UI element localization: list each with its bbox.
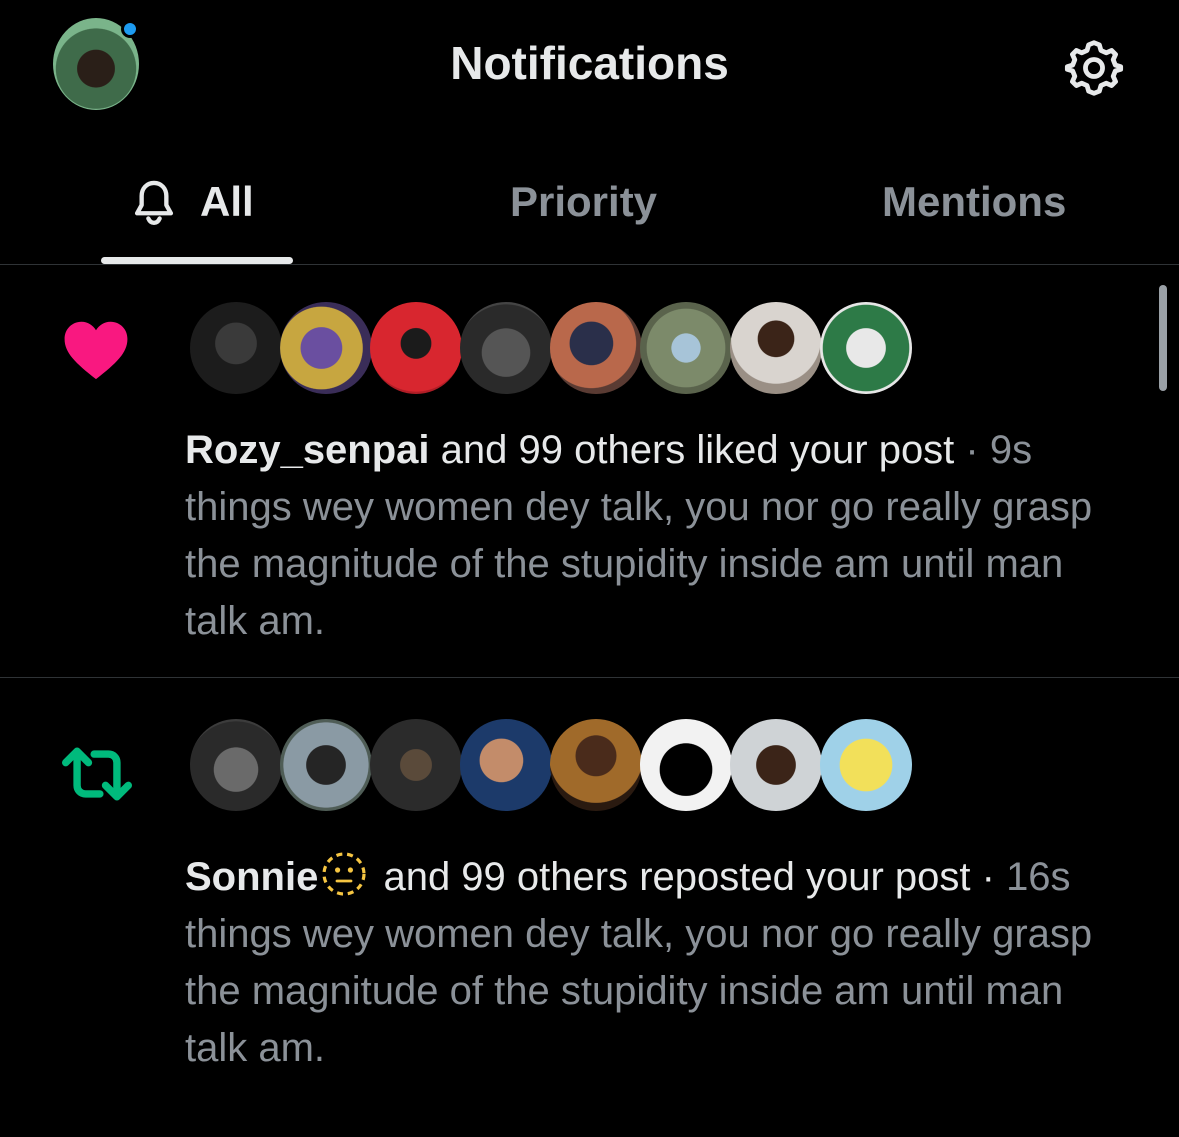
tab-label: Priority [510,178,658,225]
notification-text: Sonnie and 99 others reposted your post … [185,849,1125,1077]
notification-action: and 99 others reposted your post · [372,855,1007,899]
heart-icon [64,321,128,380]
avatar[interactable] [730,302,822,394]
avatar[interactable] [730,719,822,811]
notification-action: and 99 others liked your post [429,428,955,472]
avatar[interactable] [460,719,552,811]
gear-icon[interactable] [1060,36,1128,100]
actor-name[interactable]: Rozy_senpai [185,428,430,472]
avatar[interactable] [640,719,732,811]
avatar[interactable] [550,719,642,811]
notification-tabs: All Priority Mentions [0,140,1179,265]
tab-all[interactable]: All [128,172,254,232]
dotted-line-face-emoji [322,852,366,896]
notification-text: Rozy_senpai and 99 others liked your pos… [185,422,1125,650]
post-preview: things wey women dey talk, you nor go re… [185,485,1093,643]
repost-icon [61,747,133,801]
timestamp: 16s [1006,855,1071,899]
post-preview: things wey women dey talk, you nor go re… [185,912,1093,1070]
avatar[interactable] [280,719,372,811]
avatar[interactable] [370,302,462,394]
actor-name[interactable]: Sonnie [185,855,318,899]
avatar[interactable] [550,302,642,394]
avatar[interactable] [820,719,912,811]
notification-item[interactable]: Rozy_senpai and 99 others liked your pos… [0,266,1179,678]
active-tab-indicator [101,257,293,264]
avatar[interactable] [370,719,462,811]
tab-priority[interactable]: Priority [510,172,657,232]
avatar[interactable] [820,302,912,394]
header: Notifications [0,0,1179,140]
avatar[interactable] [280,302,372,394]
tab-label: All [200,178,254,225]
tab-label: Mentions [882,178,1067,225]
avatar[interactable] [190,719,282,811]
avatar[interactable] [460,302,552,394]
bell-icon [134,180,174,225]
avatar[interactable] [190,302,282,394]
notification-item[interactable]: Sonnie and 99 others reposted your post … [0,679,1179,1137]
avatar[interactable] [640,302,732,394]
tab-mentions[interactable]: Mentions [882,172,1066,232]
timestamp: · 9s [954,428,1033,472]
page-title: Notifications [450,37,729,89]
